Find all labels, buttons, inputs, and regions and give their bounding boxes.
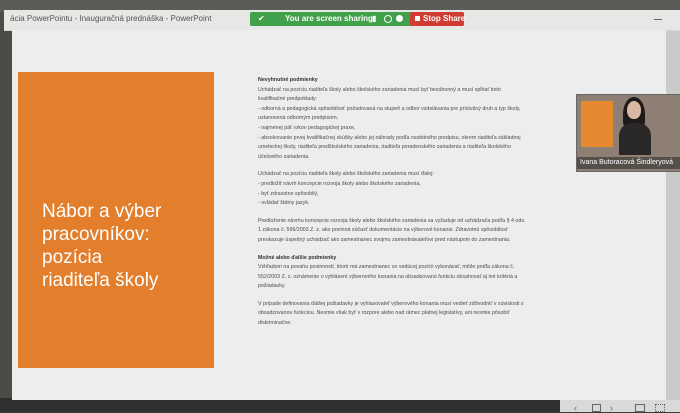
body-text-line: - odborná a pedagogická spôsobilosť poža… [258,105,521,112]
section-heading: Nevyhnutné podmienky [258,77,318,83]
body-text-line: diskriminačne. [258,320,292,327]
slide-title-line: pracovníkov: [42,224,150,245]
slide-title-line: Nábor a výber [42,201,162,222]
section-heading: Možné alebo ďalšie podmienky [258,254,337,261]
slide-title-line: pozícia [42,247,103,268]
monitor-bezel-right [666,12,680,412]
body-text-line: - byť zdravotne spôsobilý, [258,190,319,197]
body-text-line: - predložiť návrh koncepcie rozvoja škol… [258,180,421,187]
video-background-slide [581,101,613,147]
body-text-line: V prípade definovania ďalšej požiadavky … [258,300,524,307]
body-text-line: 1 zákona č. 596/2003 Z. z. ako povinná s… [258,227,508,234]
slide-title-panel: Nábor a výber pracovníkov: pozícia riaditeľ… [18,72,214,368]
slide-title-line: riaditeľa školy [42,270,159,291]
stop-share-button[interactable]: Stop Share [410,12,466,26]
record-icon[interactable] [396,15,403,22]
camera-icon[interactable] [384,15,392,23]
participant-video[interactable]: Ivana Butoracová Šindleryová [576,94,680,172]
body-text-line: preukazuje úspešný uchádzač ako zamestna… [258,236,511,243]
stop-share-label: Stop Share [423,14,466,23]
slide-sorter-icon[interactable] [655,404,665,412]
body-text-line: Predloženie návrhu koncepcie rozvoja ško… [258,217,526,224]
slide-canvas: Nábor a výber pracovníkov: pozícia riaditeľ… [12,30,666,400]
window-title: ácia PowerPointu - Inauguračná prednáška… [10,14,212,23]
share-status-text: You are screen sharing [285,14,373,23]
participant-head [627,101,641,119]
body-text-line: ustanovená odborným predpisom, [258,115,339,122]
body-text-line: Uchádzač na pozíciu riaditeľa školy aleb… [258,86,501,93]
body-text-line: - absolvovanie prvej kvalifikačnej skúšk… [258,134,521,141]
body-text-line: 552/2003 Z. z. oznámenie o vyhlásení výb… [258,273,518,280]
participant-figure [617,97,653,155]
body-text-line: kvalifikačné predpoklady: [258,96,318,103]
monitor-bezel-left [0,12,12,412]
slides-overview-icon[interactable] [592,404,601,412]
share-leaf-icon: ✔ [258,14,265,23]
screen-share-bar: ✔ You are screen sharing ▮ Stop Share [250,12,466,26]
participant-body [619,123,651,155]
body-text-line: obsadzovanou funkciou. Nesmie však byť v… [258,310,510,317]
body-text-line: Vzhľadom na povahu povinností, ktoré má … [258,264,515,271]
body-text-line: umeleckej školy, riaditeľa predškolského… [258,144,512,151]
minimize-icon[interactable] [654,19,662,20]
normal-view-icon[interactable] [635,404,645,412]
participant-name: Ivana Butoracová Šindleryová [577,157,680,169]
stop-square-icon [415,16,420,21]
body-text-line: - ovládať štátny jazyk. [258,200,310,207]
body-text-line: Uchádzač na pozíciu riaditeľa školy aleb… [258,171,434,178]
body-text-line: účelového zariadenia. [258,153,310,160]
body-text-line: - najmenej päť rokov pedagogickej praxe, [258,124,356,131]
body-text-line: požiadavky. [258,283,286,290]
microphone-icon[interactable]: ▮ [372,14,376,23]
slide-title: Nábor a výber pracovníkov: pozícia riaditeľ… [42,200,202,292]
slide-body-text: Nevyhnutné podmienky Uchádzač na pozíciu … [258,76,588,329]
